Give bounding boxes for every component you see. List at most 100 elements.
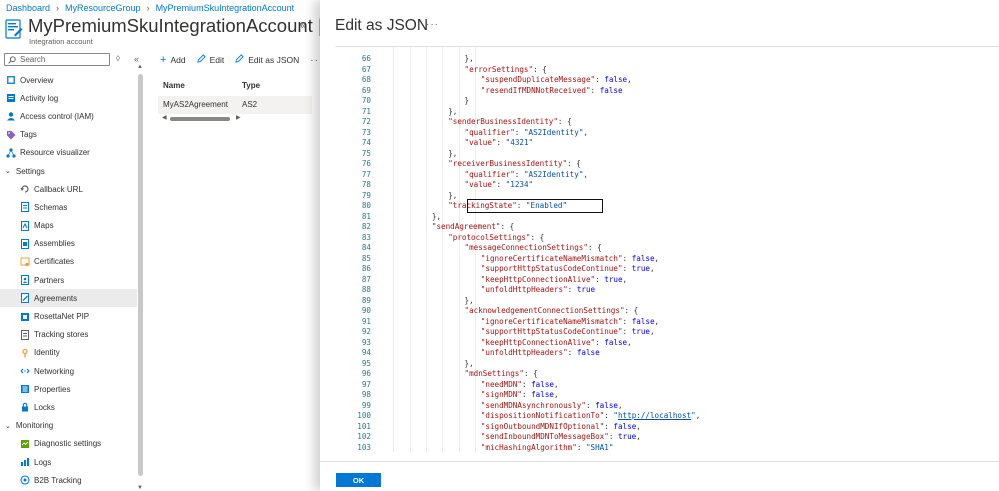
code-line[interactable]: 75}, [335, 149, 999, 160]
code-line[interactable]: 67 "errorSettings": { [335, 65, 999, 76]
line-text: }, [464, 54, 474, 63]
search-options-button[interactable]: ◊ [116, 54, 120, 63]
code-line[interactable]: 80 "trackingState": "Enabled" [335, 201, 999, 212]
column-header-name[interactable]: Name [163, 81, 185, 90]
nav-label: Access control (IAM) [20, 111, 94, 121]
code-line[interactable]: 86 "supportHttpStatusCodeContinue": true, [335, 264, 999, 275]
code-line[interactable]: 99 "sendMDNAsynchronously": false, [335, 401, 999, 412]
nav-item-agreements[interactable]: Agreements [0, 289, 137, 308]
code-line[interactable]: 68 "suspendDuplicateMessage": false, [335, 75, 999, 86]
grid-horizontal-scrollbar[interactable]: ◀ ▶ [162, 114, 308, 121]
line-text: "sendAgreement": { [431, 222, 515, 231]
edit-button[interactable]: Edit [196, 54, 224, 66]
code-line[interactable]: 90 "acknowledgementConnectionSettings": { [335, 306, 999, 317]
scroll-down-icon[interactable]: ▼ [137, 485, 143, 491]
nav-group-settings[interactable]: ⌄ Settings [0, 162, 137, 180]
ok-button[interactable]: OK [336, 473, 381, 487]
code-line[interactable]: 96 "mdnSettings": { [335, 369, 999, 380]
code-line[interactable]: 72 "senderBusinessIdentity": { [335, 117, 999, 128]
code-line[interactable]: 102 "sendInboundMDNToMessageBox": true, [335, 432, 999, 443]
table-row[interactable]: MyAS2Agreement AS2 [158, 96, 312, 114]
code-line[interactable]: 83 "protocolSettings": { [335, 233, 999, 244]
scroll-left-icon[interactable]: ◀ [162, 114, 167, 121]
line-text: "qualifier": "AS2Identity", [464, 127, 588, 137]
menu-search-box[interactable]: Search [4, 53, 110, 66]
line-text: "micHashingAlgorithm": "SHA1" [480, 442, 614, 452]
nav-item-schemas[interactable]: Schemas [0, 198, 137, 216]
breadcrumb-resource-group[interactable]: MyResourceGroup [65, 3, 141, 13]
search-input[interactable]: Search [20, 55, 45, 64]
nav-item-maps[interactable]: Maps [0, 217, 137, 235]
code-line[interactable]: 89}, [335, 296, 999, 307]
json-code-editor[interactable]: 66}, 67 "errorSettings": {68 "suspendDuplic… [335, 46, 999, 452]
nav-item-access-control[interactable]: Access control (IAM) [0, 107, 137, 125]
scroll-up-icon[interactable]: ▲ [137, 64, 143, 70]
nav-item-partners[interactable]: Partners [0, 271, 137, 289]
code-line[interactable]: 71}, [335, 107, 999, 118]
breadcrumb-dashboard[interactable]: Dashboard [6, 3, 50, 13]
nav-label: Resource visualizer [20, 148, 90, 158]
nav-item-rosettanet-pip[interactable]: RosettaNet PIP [0, 307, 137, 325]
code-line[interactable]: 98 "signMDN": false, [335, 390, 999, 401]
nav-item-resource-visualizer[interactable]: Resource visualizer [0, 144, 137, 162]
code-line[interactable]: 82 "sendAgreement": { [335, 222, 999, 233]
code-line[interactable]: 66}, [335, 54, 999, 65]
code-line[interactable]: 88 "unfoldHttpHeaders": true [335, 285, 999, 296]
nav-group-monitoring[interactable]: ⌄ Monitoring [0, 417, 137, 435]
collapse-blade-button[interactable]: « [300, 20, 306, 32]
breadcrumb: Dashboard › MyResourceGroup › MyPremiumS… [6, 2, 294, 14]
nav-item-networking[interactable]: Networking [0, 362, 137, 380]
code-line[interactable]: 93 "keepHttpConnectionAlive": false, [335, 338, 999, 349]
code-line[interactable]: 97 "needMDN": false, [335, 380, 999, 391]
line-number: 67 [361, 64, 371, 74]
code-line[interactable]: 73 "qualifier": "AS2Identity", [335, 128, 999, 139]
code-line[interactable]: 81}, [335, 212, 999, 223]
scroll-right-icon[interactable]: ▶ [236, 114, 241, 121]
code-line[interactable]: 95}, [335, 359, 999, 370]
code-line[interactable]: 100 "dispositionNotificationTo": "http://… [335, 411, 999, 422]
breadcrumb-integration-account[interactable]: MyPremiumSkuIntegrationAccount [156, 3, 295, 13]
nav-item-overview[interactable]: Overview [0, 71, 137, 89]
assembly-icon [20, 238, 30, 249]
line-text: }, [448, 190, 458, 200]
code-line[interactable]: 101 "signOutboundMDNIfOptional": false, [335, 422, 999, 433]
code-line[interactable]: 103 "micHashingAlgorithm": "SHA1" [335, 443, 999, 453]
nav-item-activity-log[interactable]: Activity log [0, 89, 137, 107]
line-number: 91 [361, 316, 371, 326]
more-options-icon[interactable]: ··· [426, 19, 439, 30]
menu-scrollbar[interactable] [138, 74, 143, 476]
code-line[interactable]: 77 "qualifier": "AS2Identity", [335, 170, 999, 181]
line-number: 78 [361, 180, 371, 189]
chevron-down-icon: ⌄ [5, 168, 11, 176]
code-line[interactable]: 94 "unfoldHttpHeaders": false [335, 348, 999, 359]
nav-item-identity[interactable]: Identity [0, 344, 137, 362]
code-line[interactable]: 79}, [335, 191, 999, 202]
nav-item-assemblies[interactable]: Assemblies [0, 235, 137, 253]
edit-as-json-button[interactable]: Edit as JSON [235, 54, 299, 66]
collapse-menu-button[interactable]: « [134, 54, 139, 64]
code-line[interactable]: 70} [335, 96, 999, 107]
nav-item-b2b-tracking[interactable]: B2B Tracking [0, 471, 137, 489]
nav-item-properties[interactable]: Properties [0, 380, 137, 398]
scrollbar-thumb[interactable] [170, 117, 230, 121]
nav-item-locks[interactable]: Locks [0, 398, 137, 416]
line-text: }, [464, 295, 474, 305]
nav-item-logs[interactable]: Logs [0, 453, 137, 471]
nav-item-callback-url[interactable]: Callback URL [0, 180, 137, 198]
code-line[interactable]: 85 "ignoreCertificateNameMismatch": false… [335, 254, 999, 265]
code-line[interactable]: 87 "keepHttpConnectionAlive": true, [335, 275, 999, 286]
code-line[interactable]: 78 "value": "1234" [335, 180, 999, 191]
nav-item-tags[interactable]: Tags [0, 126, 137, 144]
nav-item-tracking-stores[interactable]: Tracking stores [0, 326, 137, 344]
nav-item-diagnostic-settings[interactable]: Diagnostic settings [0, 435, 137, 453]
code-line[interactable]: 84 "messageConnectionSettings": { [335, 243, 999, 254]
code-line[interactable]: 91 "ignoreCertificateNameMismatch": false… [335, 317, 999, 328]
column-header-type[interactable]: Type [242, 81, 260, 90]
add-button[interactable]: + Add [160, 54, 186, 66]
code-line[interactable]: 76 "receiverBusinessIdentity": { [335, 159, 999, 170]
diagnostic-icon [20, 439, 30, 449]
nav-item-certificates[interactable]: Certificates [0, 253, 137, 271]
code-line[interactable]: 92 "supportHttpStatusCodeContinue": true, [335, 327, 999, 338]
code-line[interactable]: 69 "resendIfMDNNotReceived": false [335, 86, 999, 97]
code-line[interactable]: 74 "value": "4321" [335, 138, 999, 149]
